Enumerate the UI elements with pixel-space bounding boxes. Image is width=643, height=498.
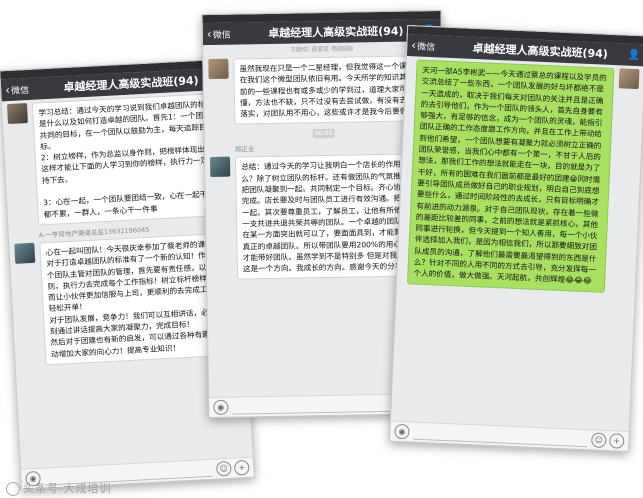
message-input[interactable]	[413, 425, 588, 447]
chevron-left-icon: ‹	[206, 26, 212, 42]
watermark: 头条号·大成培训	[6, 480, 112, 496]
chevron-left-icon: ‹	[411, 38, 417, 53]
message-bubble[interactable]: 天河一部A5李彬武——今天通过蔡总的课程以及学员的交流总结了一些东西，一个团队发…	[406, 59, 615, 293]
chat-header: ‹ 微信 卓越经理人高级实战班(94) 👤	[202, 18, 441, 46]
back-label: 微信	[212, 30, 231, 41]
watermark-logo-icon	[6, 482, 20, 496]
back-label: 微信	[416, 41, 436, 53]
plus-icon[interactable]: +	[608, 433, 625, 449]
back-button[interactable]: ‹ 微信	[1, 81, 52, 98]
chat-title: 卓越经理人高级实战班(94)	[268, 24, 404, 40]
message-row: 天河一部A5李彬武——今天通过蔡总的课程以及学员的交流总结了一些东西，一个团队发…	[397, 56, 643, 297]
chat-screenshot-3: ‹ 微信 卓越经理人高级实战班(94) 👤 天河一部A5李彬武——今天通过蔡总的…	[389, 24, 643, 453]
emoji-icon[interactable]: ☺	[590, 432, 607, 449]
chevron-left-icon: ‹	[4, 82, 11, 98]
avatar[interactable]	[6, 103, 28, 125]
voice-icon[interactable]: ◉	[394, 423, 410, 440]
avatar[interactable]	[618, 68, 640, 90]
input-bar: ◉ ☺ +	[390, 420, 629, 451]
voice-icon[interactable]: ◉	[213, 399, 229, 415]
back-button[interactable]: ‹ 微信	[203, 26, 253, 41]
message-bubble[interactable]: 学习总结：通过今天的学习说到我们卓越团队的标准是什么以及如何打造卓越的团队。首先…	[31, 92, 231, 226]
avatar[interactable]	[209, 157, 231, 178]
plus-icon[interactable]: +	[233, 459, 250, 476]
chat-title: 卓越经理人高级实战班(94)	[472, 41, 609, 61]
back-label: 微信	[10, 85, 30, 97]
message-input[interactable]	[232, 397, 407, 415]
watermark-text: 头条号·大成培训	[23, 482, 112, 495]
timestamp: 00:00	[312, 129, 335, 139]
back-button[interactable]: ‹ 微信	[407, 38, 458, 54]
group-people-icon[interactable]: 👤	[623, 49, 643, 61]
emoji-icon[interactable]: ☺	[215, 460, 232, 477]
avatar[interactable]	[14, 242, 36, 264]
avatar[interactable]	[208, 58, 229, 80]
